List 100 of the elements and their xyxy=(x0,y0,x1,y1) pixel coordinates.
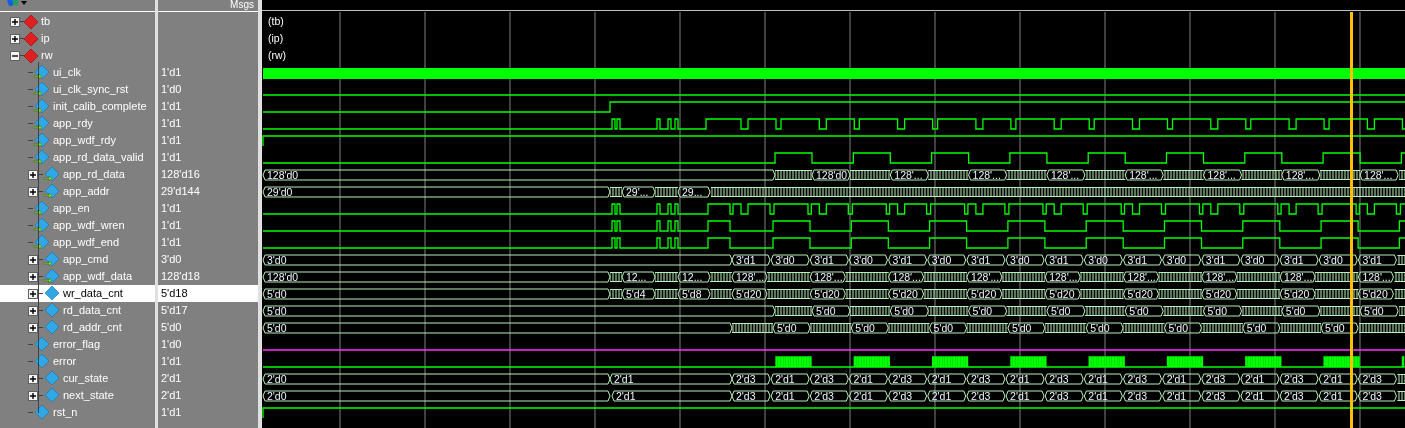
signal-name[interactable]: app_wdf_wren xyxy=(53,217,125,234)
signal-name[interactable]: app_rd_data xyxy=(63,166,125,183)
bus-value: 3'd0 xyxy=(1005,253,1045,266)
signal-name[interactable]: app_en xyxy=(53,200,90,217)
bus-value: 2'd1 xyxy=(770,389,810,402)
instance-name[interactable]: ip xyxy=(41,30,50,47)
signal-value: 128'd16 xyxy=(161,167,200,183)
bus-value: 5'd0 xyxy=(1242,321,1281,334)
expand-icon[interactable] xyxy=(28,305,38,316)
bus-value: 5'd0 xyxy=(1007,321,1046,334)
bus-value: 2'd3 xyxy=(1357,372,1397,385)
bus-value: 128'... xyxy=(1359,168,1399,181)
bus-value: 2'd1 xyxy=(1005,389,1045,402)
transition-hatching xyxy=(766,289,811,299)
signal-name[interactable]: app_addr xyxy=(63,183,110,200)
transition-hatching xyxy=(1162,306,1204,316)
signal-name[interactable]: rst_n xyxy=(53,404,78,421)
transition-hatching xyxy=(844,272,890,282)
signal-name[interactable]: app_wdf_rdy xyxy=(53,132,116,149)
expand-icon[interactable] xyxy=(28,271,38,282)
transition-hatching xyxy=(923,272,968,282)
transition-hatching xyxy=(1396,255,1405,265)
signal-name[interactable]: rd_addr_cnt xyxy=(63,319,122,336)
bus-value: 5'd0 xyxy=(262,287,611,300)
bus-value: 2'd3 xyxy=(731,372,771,385)
signal-name[interactable]: next_state xyxy=(63,387,114,404)
transition-hatching xyxy=(1084,306,1126,316)
expand-icon[interactable] xyxy=(28,322,38,333)
transition-hatching xyxy=(1396,391,1405,401)
transition-hatching xyxy=(1398,306,1405,316)
bus-value: 128'... xyxy=(1123,270,1159,283)
transition-hatching xyxy=(609,187,623,197)
bus-value: 3'd1 xyxy=(888,253,928,266)
signal-name[interactable]: ui_clk xyxy=(53,64,82,81)
transition-hatching xyxy=(1079,289,1124,299)
signal-name[interactable]: app_wdf_end xyxy=(53,234,120,251)
signal-name[interactable]: app_wdf_data xyxy=(63,268,133,285)
signal-value: 1'd1 xyxy=(161,354,182,370)
signal-value: 1'd0 xyxy=(161,82,182,98)
bus-value: 3'd0 xyxy=(770,253,810,266)
signal-value: 5'd0 xyxy=(161,320,182,336)
bus-value: 2'd3 xyxy=(966,372,1006,385)
wave-view-icon[interactable] xyxy=(6,0,28,7)
signal-name[interactable]: ui_clk_sync_rst xyxy=(53,81,129,98)
signal-value: 5'd18 xyxy=(161,286,188,302)
bus-value: 128'... xyxy=(1044,270,1081,283)
instance-name[interactable]: rw xyxy=(41,47,53,64)
transition-hatching xyxy=(1393,289,1405,299)
transition-hatching xyxy=(1162,170,1204,180)
transition-hatching xyxy=(731,323,774,333)
expand-icon[interactable] xyxy=(28,169,38,180)
bus-value: 5'd0 xyxy=(968,304,1008,317)
signal-name[interactable]: error xyxy=(53,353,77,370)
expand-icon[interactable] xyxy=(28,373,38,384)
signal-name[interactable]: rd_data_cnt xyxy=(63,302,122,319)
expand-icon[interactable] xyxy=(28,254,38,265)
group-label: (ip) xyxy=(268,32,284,44)
instance-name[interactable]: tb xyxy=(41,13,51,30)
transition-hatching xyxy=(654,289,679,299)
signal-value: 1'd1 xyxy=(161,405,182,421)
bus-value: 2'd1 xyxy=(770,372,810,385)
signal-value: 29'd144 xyxy=(161,184,200,200)
bus-value: 5'd8 xyxy=(677,287,711,300)
bus-value: 5'd0 xyxy=(1046,304,1086,317)
signal-value: 1'd1 xyxy=(161,150,182,166)
transition-hatching xyxy=(966,323,1009,333)
transition-hatching xyxy=(1279,323,1322,333)
group-label: (rw) xyxy=(268,49,287,61)
bus-value: 3'd1 xyxy=(731,253,771,266)
signal-value: 1'd1 xyxy=(161,235,182,251)
signal-name[interactable]: error_flag xyxy=(53,336,101,353)
transition-hatching xyxy=(1319,306,1361,316)
expand-icon[interactable] xyxy=(28,186,38,197)
transition-hatching xyxy=(654,272,679,282)
transition-hatching xyxy=(1314,272,1359,282)
bus-value: 5'd20 xyxy=(1201,287,1238,300)
signal-value: 5'd17 xyxy=(161,303,188,319)
bus-value: 128'... xyxy=(1124,168,1164,181)
expand-icon[interactable] xyxy=(28,390,38,401)
signal-name[interactable]: app_rd_data_valid xyxy=(53,149,144,166)
transition-hatching xyxy=(849,170,891,180)
transition-hatching xyxy=(1158,289,1203,299)
signal-name[interactable]: app_cmd xyxy=(63,251,109,268)
expand-icon[interactable] xyxy=(10,33,20,44)
expand-icon[interactable] xyxy=(28,288,38,299)
bus-value: 3'd1 xyxy=(1123,253,1162,266)
bus-value: 128'... xyxy=(809,270,846,283)
signal-name[interactable]: init_calib_complete xyxy=(53,98,147,115)
bus-value: 5'd0 xyxy=(262,321,733,334)
expand-icon[interactable] xyxy=(10,16,20,27)
collapse-icon[interactable] xyxy=(10,50,20,61)
bus-value: 3'd0 xyxy=(1240,253,1280,266)
bus-value: 128'... xyxy=(968,168,1008,181)
transition-hatching xyxy=(1358,323,1405,333)
bus-value: 5'd0 xyxy=(811,304,851,317)
signal-name[interactable]: cur_state xyxy=(63,370,109,387)
bus-value: 5'd0 xyxy=(1203,304,1242,317)
signal-name[interactable]: app_rdy xyxy=(53,115,93,132)
bus-value: 2'd3 xyxy=(966,389,1006,402)
bus-value: 5'd20 xyxy=(888,287,925,300)
